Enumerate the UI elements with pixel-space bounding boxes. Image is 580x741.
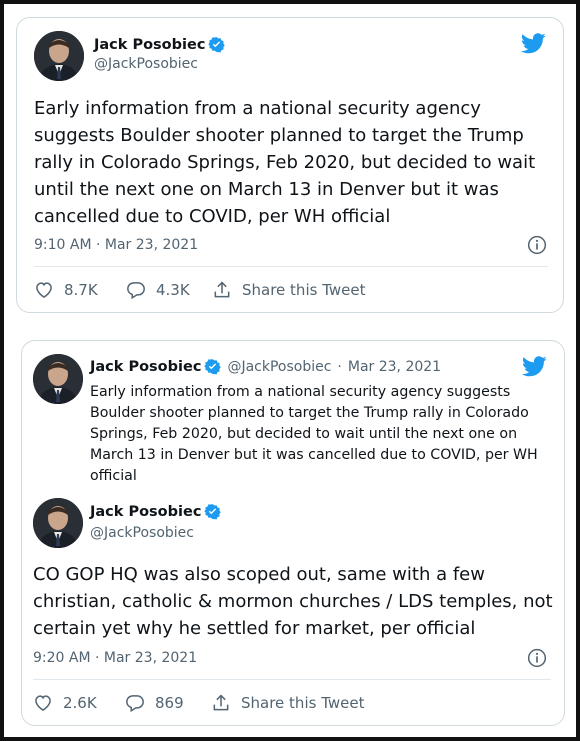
quoted-tweet-text: Early information from a national securi… (90, 384, 538, 484)
quoted-author-handle[interactable]: @JackPosobiec (227, 359, 331, 375)
quoted-date[interactable]: Mar 23, 2021 (348, 359, 441, 375)
avatar[interactable] (34, 31, 84, 81)
avatar[interactable] (33, 498, 83, 548)
author-handle[interactable]: @JackPosobiec (90, 525, 194, 541)
reply-count: 869 (155, 694, 184, 712)
author-name-row: Jack Posobiec (90, 503, 222, 520)
action-bar: 8.7K 4.3K Share this Tweet (34, 280, 365, 300)
reply-button[interactable]: 869 (125, 693, 211, 713)
divider (33, 679, 551, 680)
tweet-timestamp[interactable]: 9:20 AM · Mar 23, 2021 (33, 650, 197, 666)
reply-button[interactable]: 4.3K (126, 280, 212, 300)
heart-icon (36, 282, 52, 298)
heart-icon (35, 695, 51, 711)
share-label: Share this Tweet (242, 281, 366, 299)
divider (34, 266, 548, 267)
like-button[interactable]: 8.7K (34, 280, 126, 300)
author-name-row: Jack Posobiec (94, 36, 226, 53)
verified-badge-icon (204, 504, 222, 520)
reply-count: 4.3K (156, 281, 190, 299)
twitter-bird-icon[interactable] (522, 356, 547, 377)
author-name[interactable]: Jack Posobiec (94, 37, 205, 53)
quoted-author-name[interactable]: Jack Posobiec (90, 359, 201, 375)
info-icon[interactable] (527, 648, 547, 668)
tweet-text: CO GOP HQ was also scoped out, same with… (33, 564, 553, 639)
tweet-timestamp[interactable]: 9:10 AM · Mar 23, 2021 (34, 237, 198, 253)
reply-bubble-icon (126, 695, 144, 713)
like-count: 8.7K (64, 281, 98, 299)
quoted-author-row: Jack Posobiec @JackPosobiec · Mar 23, 20… (90, 358, 441, 375)
reply-bubble-icon (127, 282, 145, 300)
twitter-bird-icon[interactable] (521, 33, 546, 54)
tweet-card[interactable]: Jack Posobiec @JackPosobiec · Mar 23, 20… (21, 340, 565, 726)
screenshot-frame: Jack Posobiec @JackPosobiec Early inform… (0, 0, 580, 741)
verified-badge-icon (204, 359, 222, 375)
author-name[interactable]: Jack Posobiec (90, 504, 201, 520)
share-icon (213, 694, 229, 711)
author-handle[interactable]: @JackPosobiec (94, 56, 198, 72)
tweet-card[interactable]: Jack Posobiec @JackPosobiec Early inform… (16, 17, 564, 313)
separator-dot: · (337, 358, 342, 375)
like-button[interactable]: 2.6K (33, 693, 125, 713)
verified-badge-icon (208, 37, 226, 53)
action-bar: 2.6K 869 Share this Tweet (33, 693, 364, 713)
like-count: 2.6K (63, 694, 97, 712)
share-button[interactable]: Share this Tweet (212, 280, 365, 300)
avatar[interactable] (33, 354, 83, 404)
share-icon (214, 281, 230, 298)
share-label: Share this Tweet (241, 694, 365, 712)
tweet-text: Early information from a national securi… (34, 98, 536, 227)
share-button[interactable]: Share this Tweet (211, 693, 364, 713)
info-icon[interactable] (527, 235, 547, 255)
